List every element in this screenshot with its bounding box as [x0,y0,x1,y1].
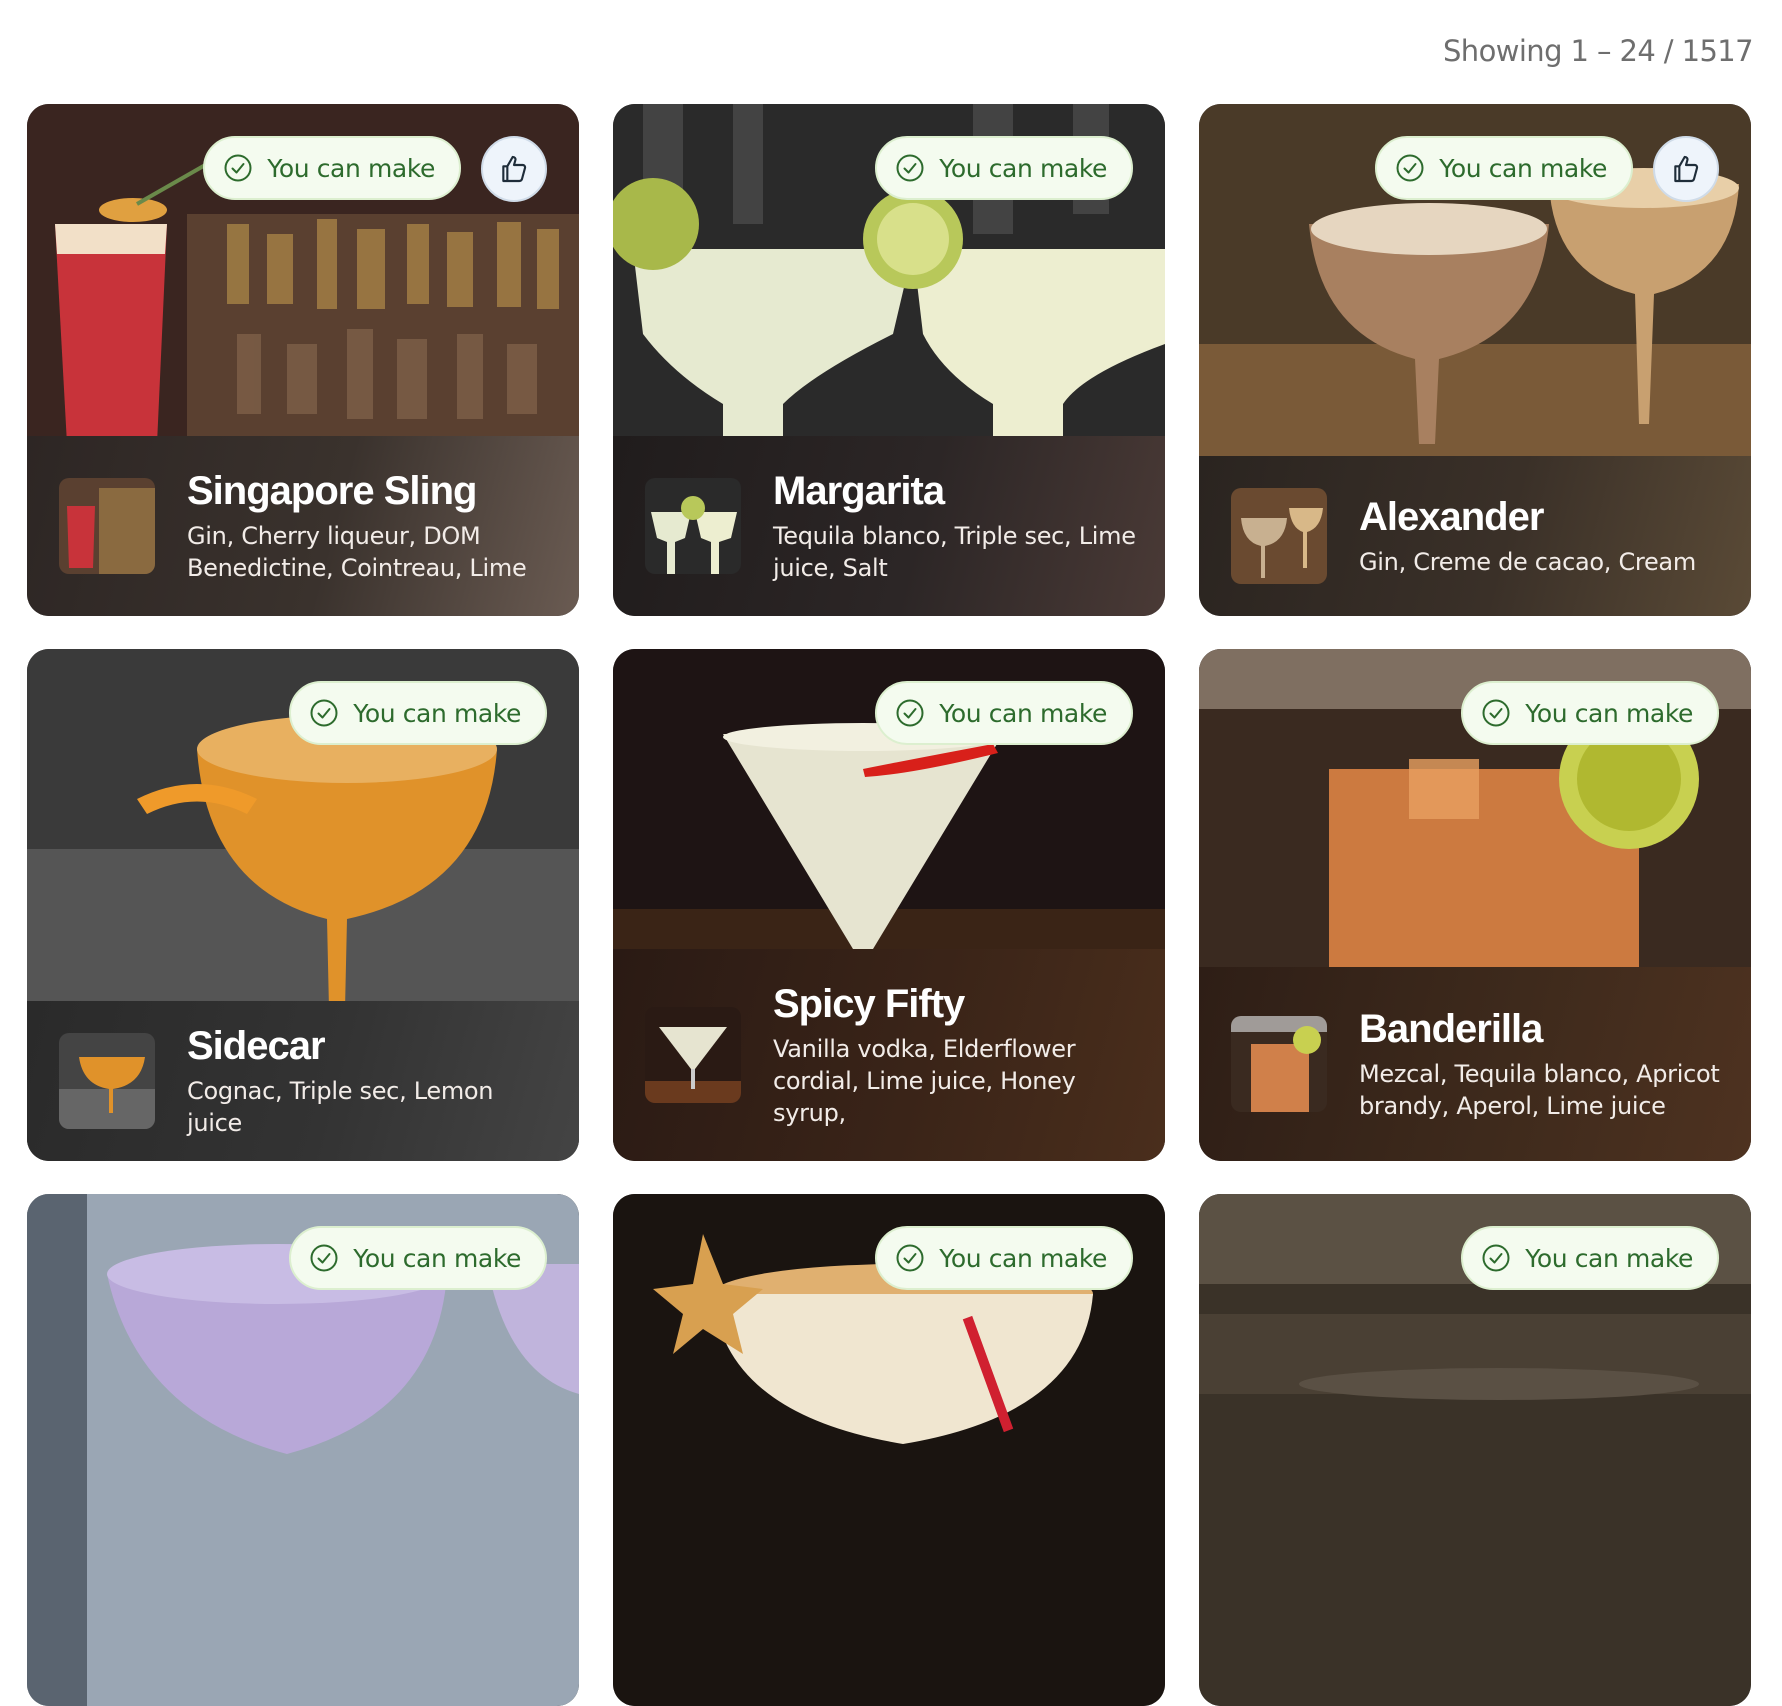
can-make-label: You can make [939,1243,1107,1273]
cocktail-card[interactable]: You can make [613,1194,1165,1706]
check-circle-icon [896,1244,924,1272]
can-make-badge: You can make [875,681,1133,745]
check-circle-icon [896,699,924,727]
can-make-label: You can make [1525,698,1693,728]
cocktail-ingredients: Gin, Creme de cacao, Cream [1359,547,1696,576]
cocktail-ingredients: Mezcal, Tequila blanco, Apricot brandy, … [1359,1059,1720,1120]
cocktail-card-spicy-fifty[interactable]: Spicy Fifty Vanilla vodka, Elderflower c… [613,649,1165,1161]
card-info: Spicy Fifty Vanilla vodka, Elderflower c… [613,949,1165,1161]
cocktail-ingredients: Tequila blanco, Triple sec, Lime juice, … [773,521,1136,582]
can-make-badge: You can make [289,1226,547,1290]
cocktail-card[interactable]: You can make [1199,1194,1751,1706]
can-make-badge: You can make [1375,136,1633,200]
check-circle-icon [310,1244,338,1272]
cocktail-ingredients: Vanilla vodka, Elderflower cordial, Lime… [773,1034,1076,1128]
cocktail-title: Margarita [773,468,945,513]
cocktail-title: Sidecar [187,1023,326,1068]
can-make-label: You can make [353,698,521,728]
cocktail-card-sidecar[interactable]: Sidecar Cognac, Triple sec, Lemon juice … [27,649,579,1161]
cocktail-grid: Singapore Sling Gin, Cherry liqueur, DOM… [27,104,1751,1706]
cocktail-thumbnail [1231,488,1327,584]
card-info: Alexander Gin, Creme de cacao, Cream [1199,456,1751,616]
cocktail-ingredients: Gin, Cherry liqueur, DOM Benedictine, Co… [187,521,527,582]
cocktail-ingredients: Cognac, Triple sec, Lemon juice [187,1076,494,1137]
can-make-badge: You can make [875,1226,1133,1290]
can-make-label: You can make [939,698,1107,728]
cocktail-card-margarita[interactable]: Margarita Tequila blanco, Triple sec, Li… [613,104,1165,616]
thumbs-up-icon [1674,155,1699,183]
can-make-label: You can make [1439,153,1607,183]
cocktail-card[interactable]: You can make [27,1194,579,1706]
like-button[interactable] [481,136,547,202]
can-make-label: You can make [353,1243,521,1273]
card-info: Banderilla Mezcal, Tequila blanco, Apric… [1199,967,1751,1161]
cocktail-title: Banderilla [1359,1006,1543,1051]
check-circle-icon [224,154,252,182]
check-circle-icon [896,154,924,182]
cocktail-title: Singapore Sling [187,468,477,513]
cocktail-thumbnail [59,1033,155,1129]
results-count: Showing 1 – 24 / 1517 [1442,34,1754,68]
can-make-badge: You can make [1461,1226,1719,1290]
can-make-badge: You can make [875,136,1133,200]
card-info: Margarita Tequila blanco, Triple sec, Li… [613,436,1165,616]
cocktail-title: Spicy Fifty [773,981,965,1026]
can-make-label: You can make [1525,1243,1693,1273]
like-button[interactable] [1653,136,1719,202]
cocktail-card-singapore-sling[interactable]: Singapore Sling Gin, Cherry liqueur, DOM… [27,104,579,616]
check-circle-icon [310,699,338,727]
check-circle-icon [1396,154,1424,182]
cocktail-title: Alexander [1359,494,1544,539]
can-make-label: You can make [939,153,1107,183]
can-make-badge: You can make [289,681,547,745]
cocktail-thumbnail [59,478,155,574]
cocktail-thumbnail [1231,1016,1327,1112]
card-info: Sidecar Cognac, Triple sec, Lemon juice [27,1001,579,1161]
can-make-label: You can make [267,153,435,183]
cocktail-thumbnail [645,1007,741,1103]
check-circle-icon [1482,1244,1510,1272]
card-info: Singapore Sling Gin, Cherry liqueur, DOM… [27,436,579,616]
check-circle-icon [1482,699,1510,727]
can-make-badge: You can make [203,136,461,200]
cocktail-thumbnail [645,478,741,574]
cocktail-card-alexander[interactable]: Alexander Gin, Creme de cacao, Cream You… [1199,104,1751,616]
cocktail-card-banderilla[interactable]: Banderilla Mezcal, Tequila blanco, Apric… [1199,649,1751,1161]
thumbs-up-icon [502,155,527,183]
can-make-badge: You can make [1461,681,1719,745]
